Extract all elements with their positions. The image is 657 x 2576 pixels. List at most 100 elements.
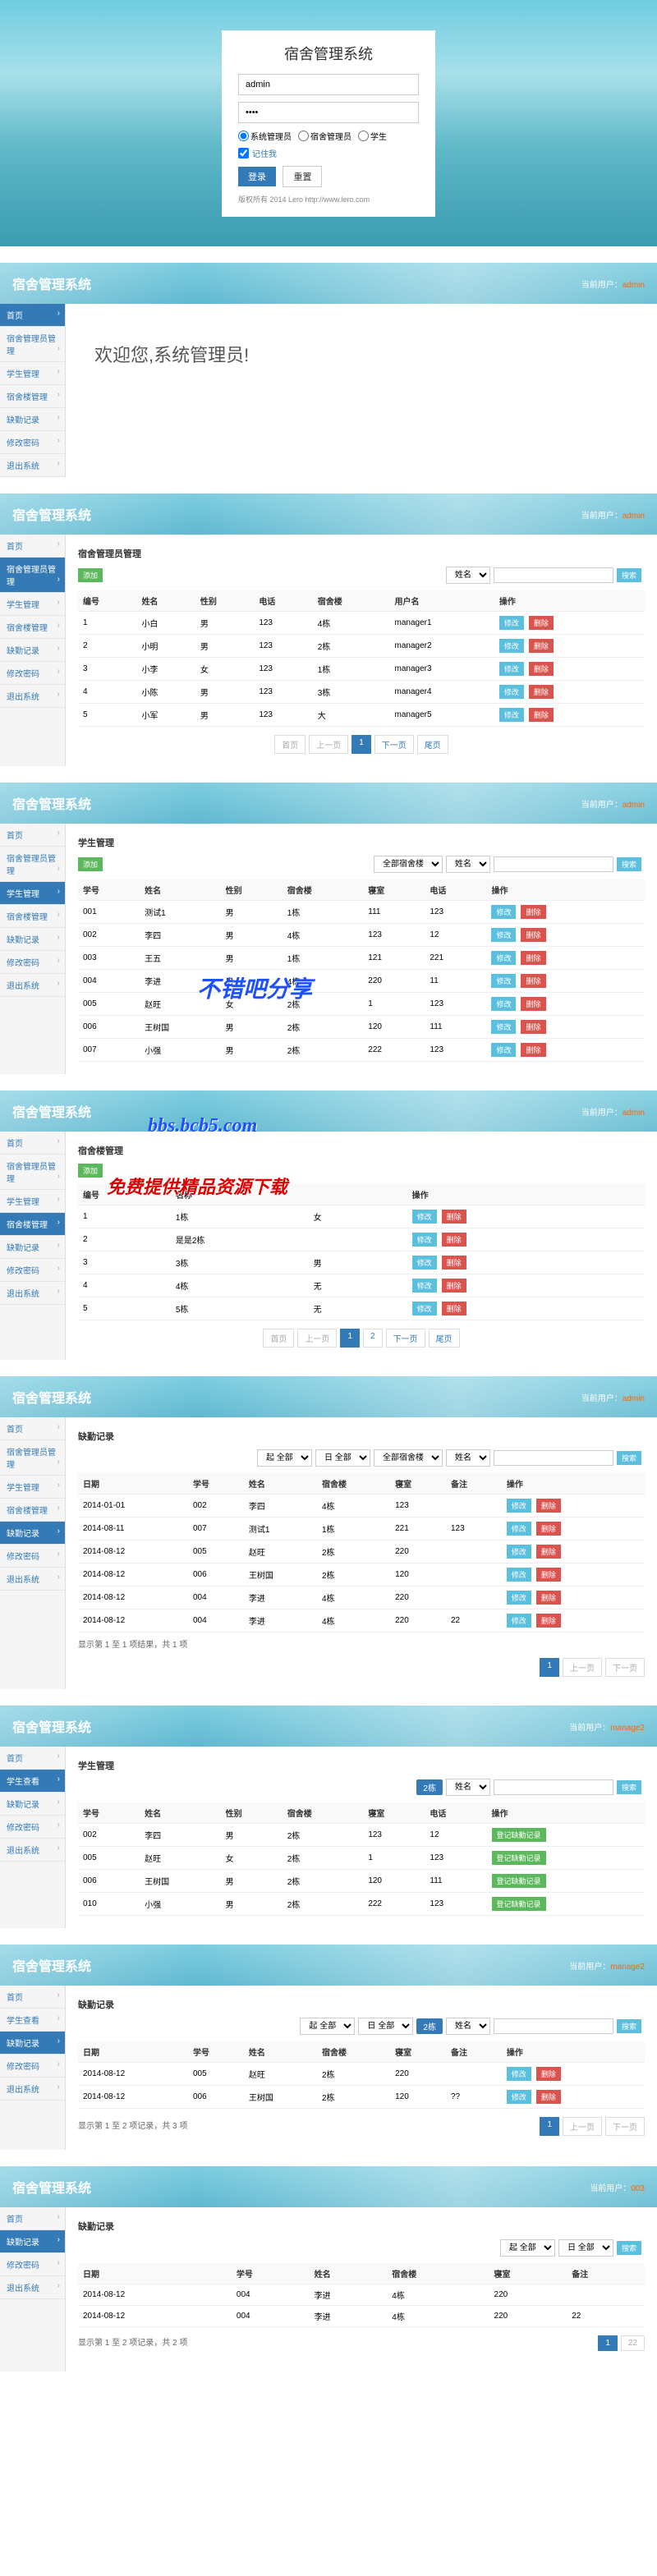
sidebar-item[interactable]: 缺勤记录 xyxy=(0,1793,65,1816)
edit-button[interactable]: 修改 xyxy=(507,2067,531,2081)
page-1[interactable]: 1 xyxy=(598,2335,618,2351)
sidebar-item[interactable]: 修改密码 xyxy=(0,662,65,685)
sidebar-item[interactable]: 学生管理 xyxy=(0,1476,65,1499)
sidebar-item[interactable]: 退出系统 xyxy=(0,974,65,997)
delete-button[interactable]: 删除 xyxy=(536,2067,561,2081)
page-1[interactable]: 1 xyxy=(540,1658,559,1677)
sidebar-item[interactable]: 宿舍楼管理 xyxy=(0,1213,65,1236)
sidebar-item[interactable]: 退出系统 xyxy=(0,1839,65,1862)
edit-button[interactable]: 修改 xyxy=(507,2090,531,2104)
sidebar-item[interactable]: 修改密码 xyxy=(0,431,65,454)
edit-button[interactable]: 修改 xyxy=(499,685,524,699)
page-prev[interactable]: 上一页 xyxy=(563,1658,602,1677)
edit-button[interactable]: 修改 xyxy=(491,951,516,965)
sidebar-item[interactable]: 宿舍管理员管理 xyxy=(0,327,65,362)
search-button[interactable]: 搜索 xyxy=(617,1780,641,1794)
delete-button[interactable]: 删除 xyxy=(536,1568,561,1582)
sidebar-item[interactable]: 退出系统 xyxy=(0,1568,65,1591)
remember-checkbox[interactable] xyxy=(238,148,249,158)
role-student-radio[interactable] xyxy=(358,131,369,141)
edit-button[interactable]: 修改 xyxy=(507,1591,531,1605)
delete-button[interactable]: 删除 xyxy=(521,974,545,988)
edit-button[interactable]: 修改 xyxy=(491,905,516,919)
delete-button[interactable]: 删除 xyxy=(442,1210,466,1224)
start-select[interactable]: 起 全部 xyxy=(300,2018,355,2035)
sidebar-item[interactable]: 宿舍楼管理 xyxy=(0,385,65,408)
sidebar-item[interactable]: 修改密码 xyxy=(0,1816,65,1839)
page-1[interactable]: 1 xyxy=(351,735,371,754)
sidebar-item[interactable]: 修改密码 xyxy=(0,1259,65,1282)
remember-row[interactable]: 记住我 xyxy=(238,147,419,159)
sidebar-item[interactable]: 学生管理 xyxy=(0,362,65,385)
edit-button[interactable]: 修改 xyxy=(499,639,524,653)
role-student[interactable]: 学生 xyxy=(358,130,387,142)
edit-button[interactable]: 修改 xyxy=(412,1279,437,1293)
delete-button[interactable]: 删除 xyxy=(521,951,545,965)
page-next[interactable]: 下一页 xyxy=(605,1658,645,1677)
search-field-select[interactable]: 姓名 xyxy=(446,856,490,873)
building-select[interactable]: 全部宿舍楼 xyxy=(374,1449,443,1467)
sidebar-item[interactable]: 退出系统 xyxy=(0,685,65,708)
building-select[interactable]: 全部宿舍楼 xyxy=(374,856,443,873)
delete-button[interactable]: 删除 xyxy=(442,1302,466,1316)
edit-button[interactable]: 修改 xyxy=(507,1522,531,1536)
page-last[interactable]: 尾页 xyxy=(417,735,448,754)
sidebar-item[interactable]: 学生管理 xyxy=(0,882,65,905)
page-last[interactable]: 尾页 xyxy=(429,1329,460,1348)
page-next[interactable]: 下一页 xyxy=(374,735,414,754)
delete-button[interactable]: 删除 xyxy=(442,1256,466,1270)
delete-button[interactable]: 删除 xyxy=(529,662,554,676)
edit-button[interactable]: 修改 xyxy=(507,1545,531,1559)
role-sys[interactable]: 系统管理员 xyxy=(238,130,292,142)
edit-button[interactable]: 修改 xyxy=(499,662,524,676)
page-first[interactable]: 首页 xyxy=(263,1329,294,1348)
edit-button[interactable]: 修改 xyxy=(499,708,524,722)
search-button[interactable]: 搜索 xyxy=(617,2019,641,2033)
page-next[interactable]: 下一页 xyxy=(605,2117,645,2136)
search-field-select[interactable]: 姓名 xyxy=(446,1449,490,1467)
edit-button[interactable]: 修改 xyxy=(412,1256,437,1270)
delete-button[interactable]: 删除 xyxy=(529,685,554,699)
sidebar-item[interactable]: 首页 xyxy=(0,2207,65,2230)
sidebar-item[interactable]: 修改密码 xyxy=(0,2055,65,2078)
delete-button[interactable]: 删除 xyxy=(529,616,554,630)
add-button[interactable]: 添加 xyxy=(78,568,103,582)
delete-button[interactable]: 删除 xyxy=(521,1043,545,1057)
search-input[interactable] xyxy=(494,1450,613,1466)
sidebar-item[interactable]: 缺勤记录 xyxy=(0,408,65,431)
delete-button[interactable]: 删除 xyxy=(521,997,545,1011)
page-1[interactable]: 1 xyxy=(340,1329,360,1348)
sidebar-item[interactable]: 修改密码 xyxy=(0,2253,65,2276)
sidebar-item[interactable]: 首页 xyxy=(0,1417,65,1440)
page-prev[interactable]: 上一页 xyxy=(297,1329,337,1348)
record-button[interactable]: 登记缺勤记录 xyxy=(492,1897,546,1911)
record-button[interactable]: 登记缺勤记录 xyxy=(492,1851,546,1865)
username-input[interactable] xyxy=(238,74,419,95)
search-input[interactable] xyxy=(494,2018,613,2034)
sidebar-item[interactable]: 退出系统 xyxy=(0,1282,65,1305)
edit-button[interactable]: 修改 xyxy=(507,1499,531,1513)
date-select[interactable]: 日 全部 xyxy=(315,1449,370,1467)
page-2[interactable]: 2 xyxy=(363,1329,383,1348)
start-select[interactable]: 起 全部 xyxy=(500,2239,555,2257)
search-field-select[interactable]: 姓名 xyxy=(446,1779,490,1796)
edit-button[interactable]: 修改 xyxy=(412,1302,437,1316)
sidebar-item[interactable]: 首页 xyxy=(0,824,65,847)
sidebar-item[interactable]: 首页 xyxy=(0,1986,65,2009)
start-select[interactable]: 起 全部 xyxy=(257,1449,312,1467)
sidebar-item[interactable]: 退出系统 xyxy=(0,454,65,477)
sidebar-item[interactable]: 学生查看 xyxy=(0,2009,65,2032)
delete-button[interactable]: 删除 xyxy=(521,928,545,942)
edit-button[interactable]: 修改 xyxy=(491,928,516,942)
reset-button[interactable]: 重置 xyxy=(283,166,322,187)
sidebar-item[interactable]: 首页 xyxy=(0,535,65,558)
record-button[interactable]: 登记缺勤记录 xyxy=(492,1874,546,1888)
sidebar-item[interactable]: 宿舍楼管理 xyxy=(0,905,65,928)
edit-button[interactable]: 修改 xyxy=(499,616,524,630)
sidebar-item[interactable]: 学生管理 xyxy=(0,1190,65,1213)
login-button[interactable]: 登录 xyxy=(238,167,276,186)
page-next[interactable]: 下一页 xyxy=(386,1329,425,1348)
search-input[interactable] xyxy=(494,1779,613,1795)
edit-button[interactable]: 修改 xyxy=(491,997,516,1011)
add-button[interactable]: 添加 xyxy=(78,1164,103,1178)
